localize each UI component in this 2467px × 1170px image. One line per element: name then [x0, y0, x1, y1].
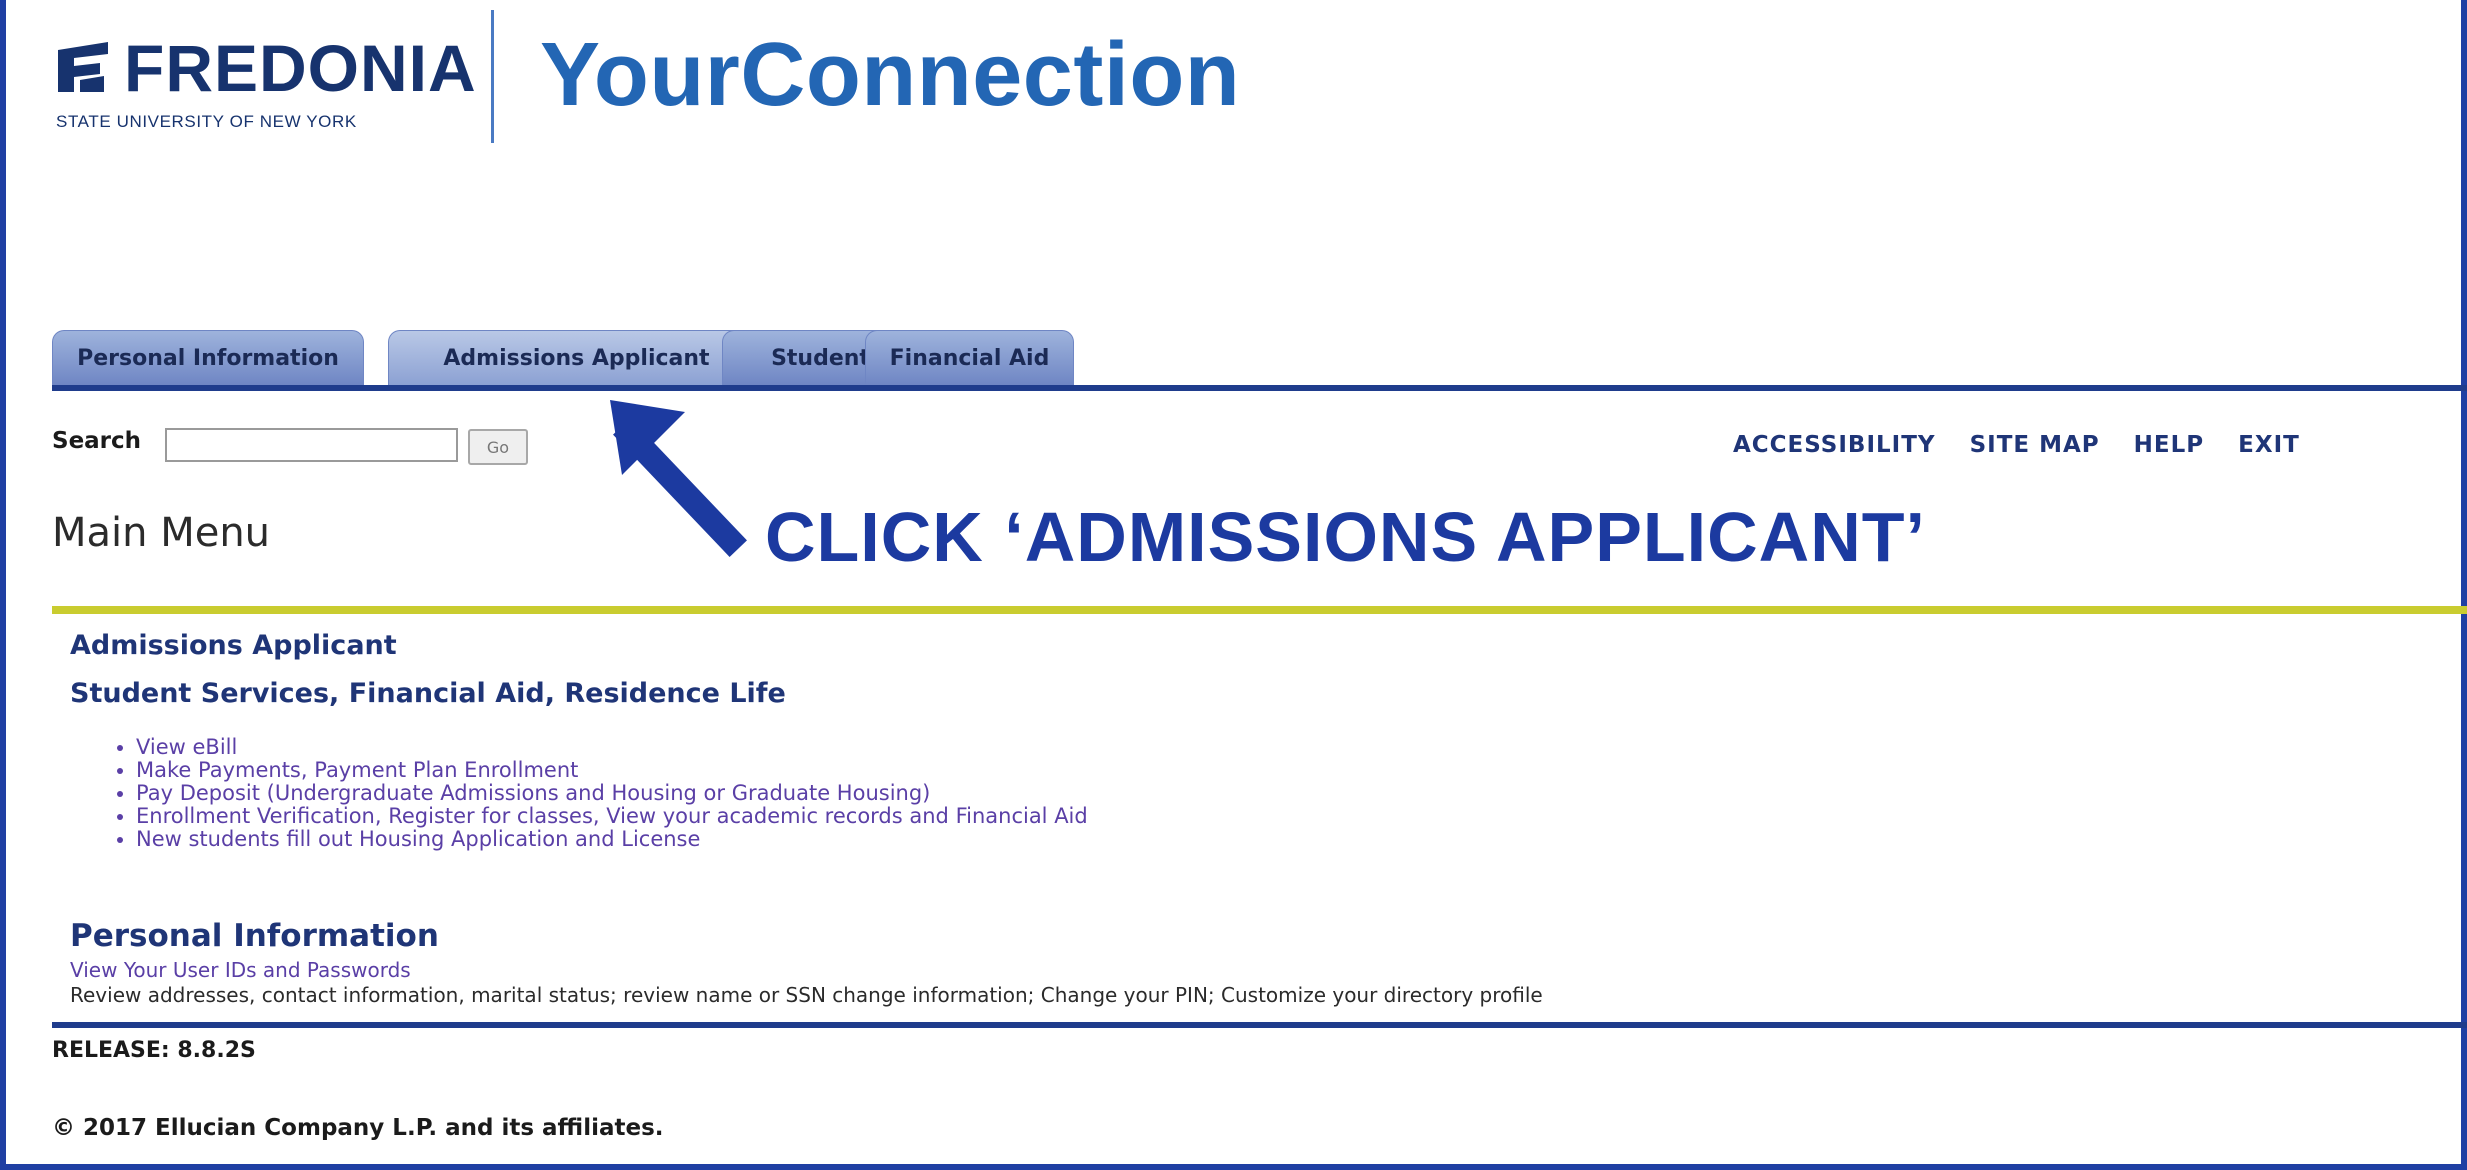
release-version: RELEASE: 8.8.2S — [52, 1038, 256, 1063]
pay-deposit-link[interactable]: Pay Deposit (Undergraduate Admissions an… — [136, 782, 1088, 805]
tab-underline — [52, 385, 2467, 391]
app-title: YourConnection — [540, 25, 1241, 125]
search-input[interactable] — [165, 428, 458, 462]
instruction-annotation: CLICK ‘ADMISSIONS APPLICANT’ — [765, 498, 1926, 576]
enrollment-verification-link[interactable]: Enrollment Verification, Register for cl… — [136, 805, 1088, 828]
copyright-notice: © 2017 Ellucian Company L.P. and its aff… — [52, 1115, 664, 1141]
tab-financial-aid[interactable]: Financial Aid — [865, 330, 1074, 385]
go-button[interactable]: Go — [468, 429, 528, 465]
personal-information-link[interactable]: Personal Information — [70, 918, 439, 954]
student-services-link[interactable]: Student Services, Financial Aid, Residen… — [70, 678, 786, 709]
arrow-up-left-icon — [610, 400, 747, 557]
logo-wordmark: FREDONIA — [124, 31, 477, 105]
personal-information-description: Review addresses, contact information, m… — [70, 983, 1543, 1007]
accent-rule — [52, 606, 2467, 614]
help-link[interactable]: HELP — [2134, 432, 2204, 458]
frame-border-right — [2461, 0, 2467, 1170]
frame-border-left — [0, 0, 6, 1170]
fredonia-logo-mark-icon — [54, 42, 112, 92]
footer-rule — [52, 1022, 2467, 1028]
top-nav: ACCESSIBILITY SITE MAP HELP EXIT — [1733, 432, 2300, 458]
header-divider — [491, 10, 494, 143]
tab-admissions-applicant[interactable]: Admissions Applicant — [388, 330, 765, 385]
view-ebill-link[interactable]: View eBill — [136, 736, 1088, 759]
exit-link[interactable]: EXIT — [2238, 432, 2300, 458]
page-title: Main Menu — [52, 510, 271, 556]
logo-subtitle: STATE UNIVERSITY OF NEW YORK — [56, 112, 357, 131]
admissions-applicant-link[interactable]: Admissions Applicant — [70, 630, 397, 661]
accessibility-link[interactable]: ACCESSIBILITY — [1733, 432, 1936, 458]
make-payments-link[interactable]: Make Payments, Payment Plan Enrollment — [136, 759, 1088, 782]
search-label: Search — [52, 428, 142, 454]
view-user-ids-link[interactable]: View Your User IDs and Passwords — [70, 958, 411, 982]
frame-border-bottom — [0, 1164, 2467, 1170]
site-map-link[interactable]: SITE MAP — [1970, 432, 2100, 458]
services-list: View eBill Make Payments, Payment Plan E… — [112, 736, 1088, 851]
fredonia-logo: FREDONIA STATE UNIVERSITY OF NEW YORK — [52, 28, 476, 143]
housing-application-link[interactable]: New students fill out Housing Applicatio… — [136, 828, 1088, 851]
tab-personal-information[interactable]: Personal Information — [52, 330, 364, 385]
